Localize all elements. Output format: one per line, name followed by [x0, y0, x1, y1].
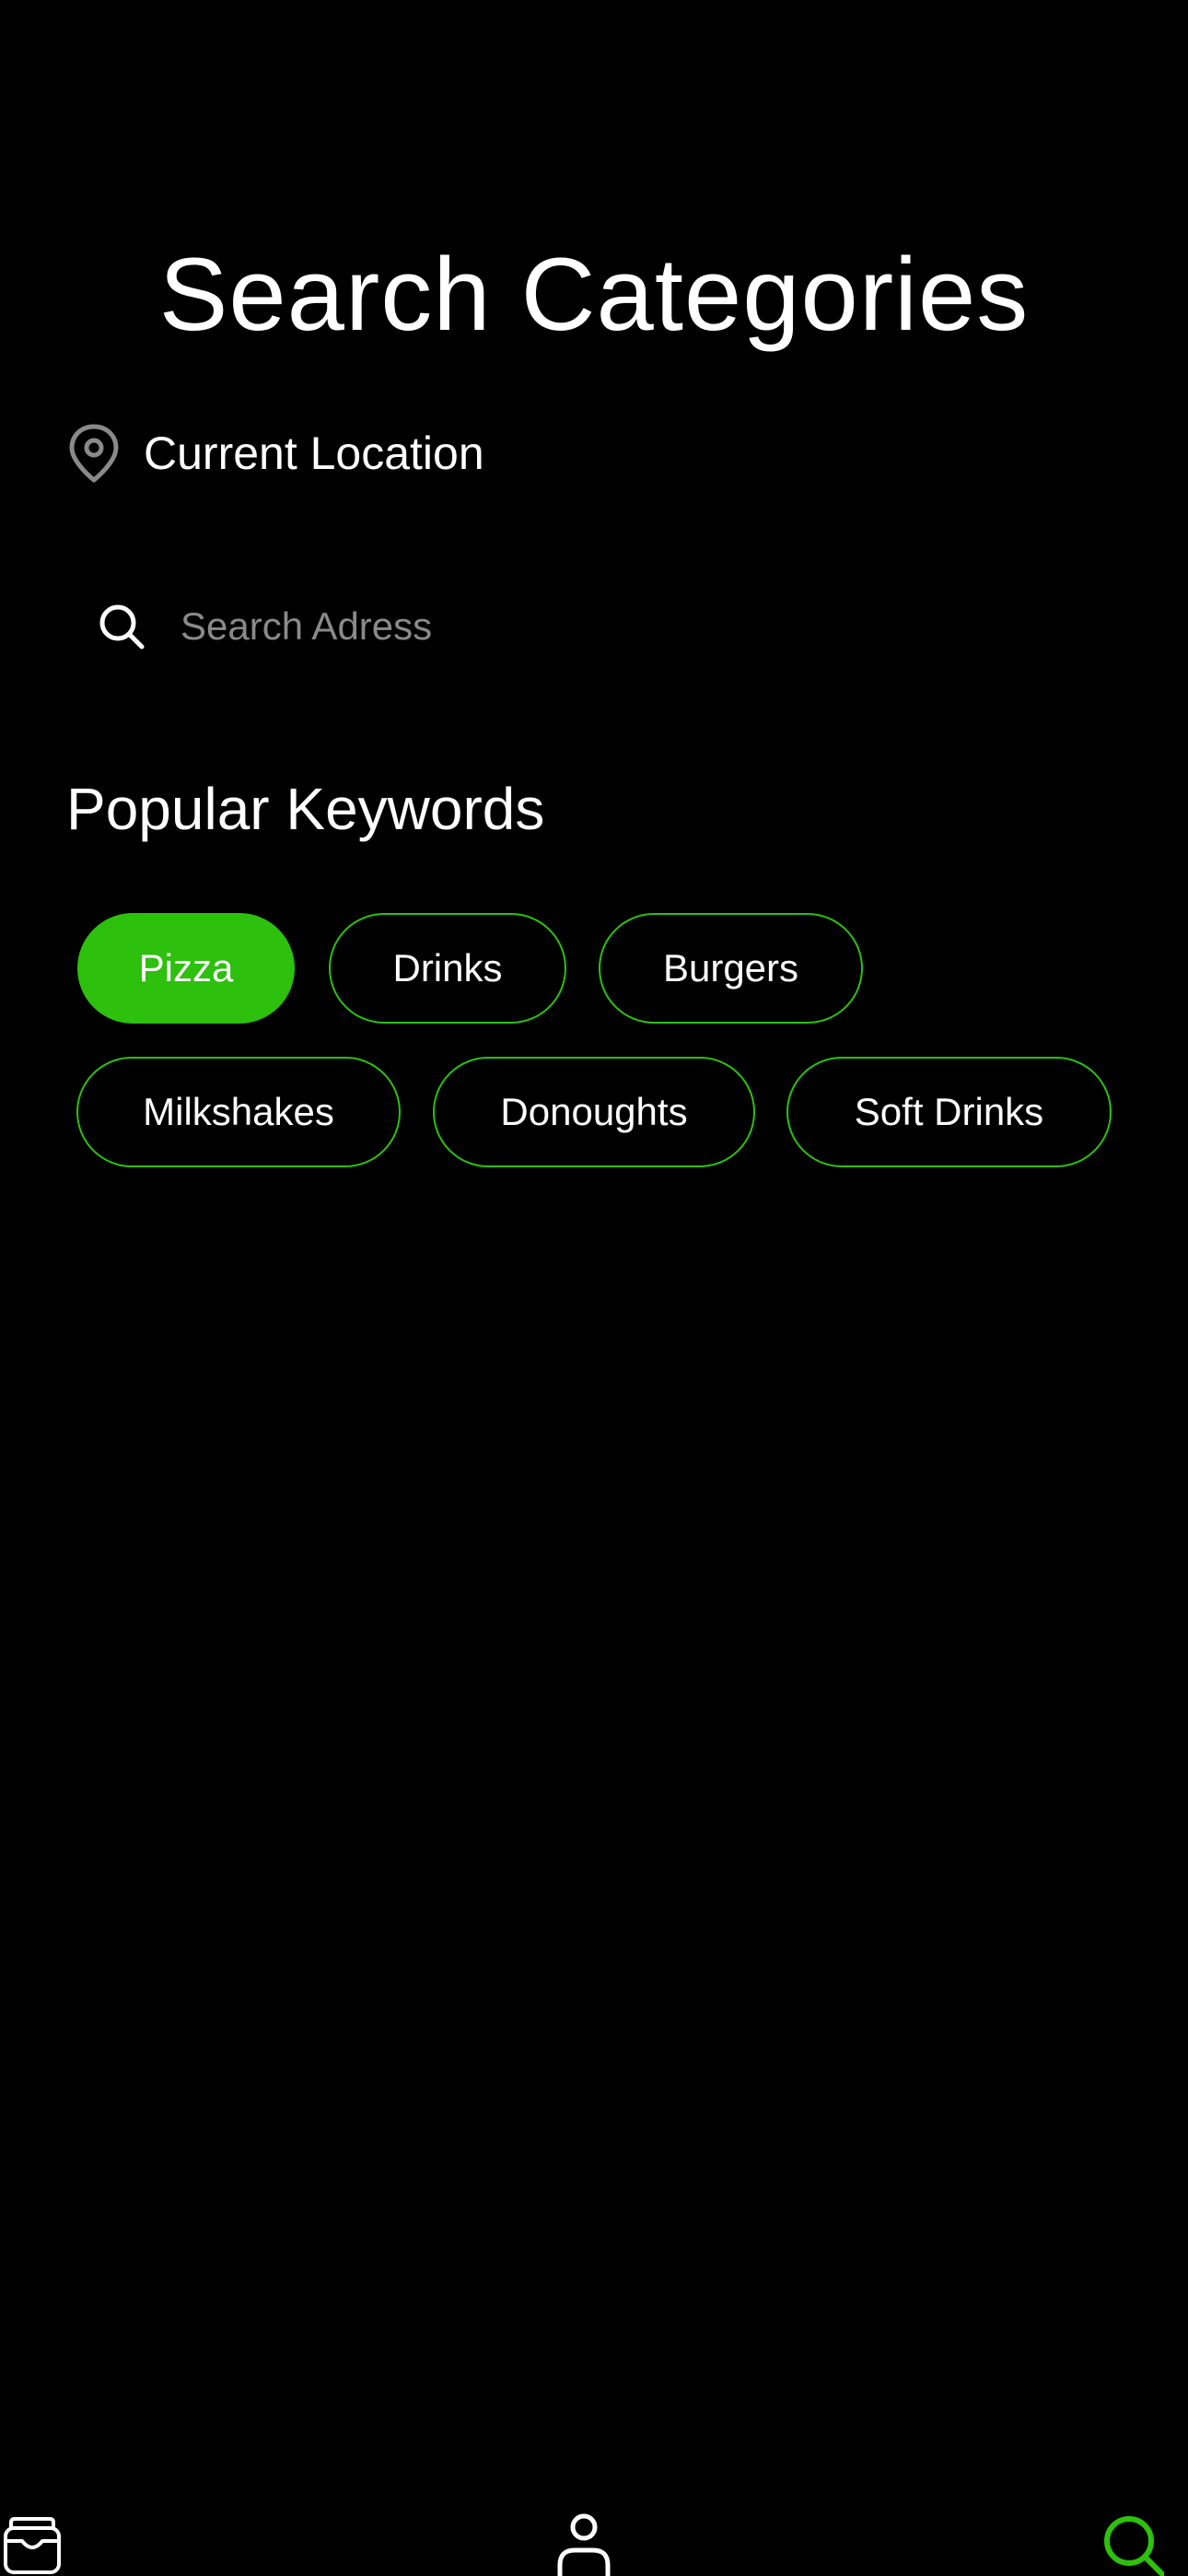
current-location-row[interactable]: Current Location	[66, 416, 484, 490]
location-pin-icon	[66, 423, 122, 484]
current-location-label: Current Location	[144, 427, 484, 479]
search-bar[interactable]	[66, 580, 1122, 673]
search-icon	[98, 603, 146, 650]
search-address-input[interactable]	[181, 590, 1009, 663]
keyword-chip-burgers[interactable]: Burgers	[599, 913, 863, 1024]
popular-keywords-title: Popular Keywords	[66, 776, 545, 842]
keyword-chip-milkshakes[interactable]: Milkshakes	[76, 1057, 401, 1167]
search-nav-icon[interactable]	[1101, 2513, 1164, 2576]
keyword-chip-drinks[interactable]: Drinks	[329, 913, 566, 1024]
keyword-chip-soft-drinks[interactable]: Soft Drinks	[786, 1057, 1112, 1167]
profile-icon[interactable]	[556, 2513, 611, 2576]
page-title: Search Categories	[158, 237, 1030, 352]
keyword-chip-pizza[interactable]: Pizza	[77, 913, 295, 1024]
wallet-icon[interactable]	[2, 2515, 63, 2576]
keyword-chip-donoughts[interactable]: Donoughts	[433, 1057, 755, 1167]
